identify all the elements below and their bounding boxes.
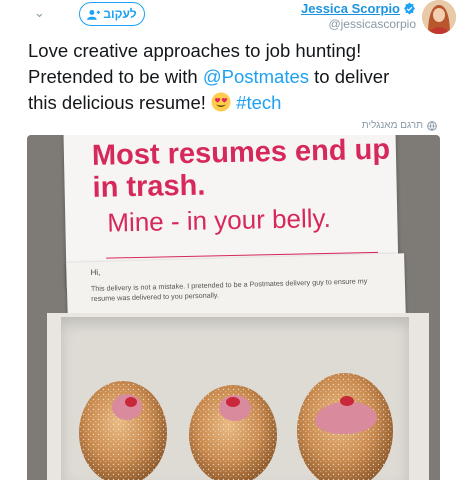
tweet-text-line-3: this delicious resume! #tech [28, 90, 448, 116]
note-greeting: Hi, [90, 267, 101, 278]
tweet-text-fragment: to deliver [309, 66, 390, 87]
avatar[interactable] [422, 0, 456, 34]
follow-button[interactable]: לעקוב [79, 2, 145, 26]
donut-2 [189, 385, 277, 480]
translate-link[interactable]: תרגם מאנגלית [362, 120, 437, 131]
follow-button-label: לעקוב [103, 7, 137, 21]
globe-icon [427, 120, 437, 131]
tweet-text-line-2: Pretended to be with @Postmates to deliv… [28, 64, 448, 90]
tweet-text-fragment: Pretended to be with [28, 66, 203, 87]
card-subhead: Mine - in your belly. [107, 202, 332, 238]
user-name[interactable]: Jessica Scorpio [301, 1, 400, 16]
note-text: This delivery is not a mistake. I preten… [90, 276, 368, 304]
translate-label: תרגם מאנגלית [361, 120, 423, 131]
donut-3 [297, 373, 393, 480]
donuts-illustration [79, 373, 393, 480]
add-user-icon [87, 9, 101, 20]
tweet-text-fragment: this delicious resume! [28, 92, 212, 113]
chevron-down-icon[interactable]: ⌄ [34, 6, 45, 21]
heart-eyes-emoji-icon [211, 92, 231, 112]
mention-link[interactable]: @Postmates [203, 66, 309, 87]
tweet-photo[interactable]: Most resumes end up in trash. Mine - in … [27, 135, 440, 480]
card-headline: Most resumes end up in trash. [91, 135, 391, 204]
verified-badge-icon [403, 2, 416, 15]
donut-1 [79, 381, 167, 480]
hashtag-link[interactable]: #tech [236, 92, 281, 113]
tweet-text-line-1: Love creative approaches to job hunting! [28, 40, 362, 61]
pastry-box [47, 313, 429, 480]
user-name-row: Jessica Scorpio [301, 1, 416, 16]
user-handle: @jessicascorpio [328, 17, 416, 31]
tweet-text: Love creative approaches to job hunting!… [28, 38, 448, 116]
tweet-header: ⌄ לעקוב Jessica Scorpio @jessicascorpio [0, 0, 467, 36]
